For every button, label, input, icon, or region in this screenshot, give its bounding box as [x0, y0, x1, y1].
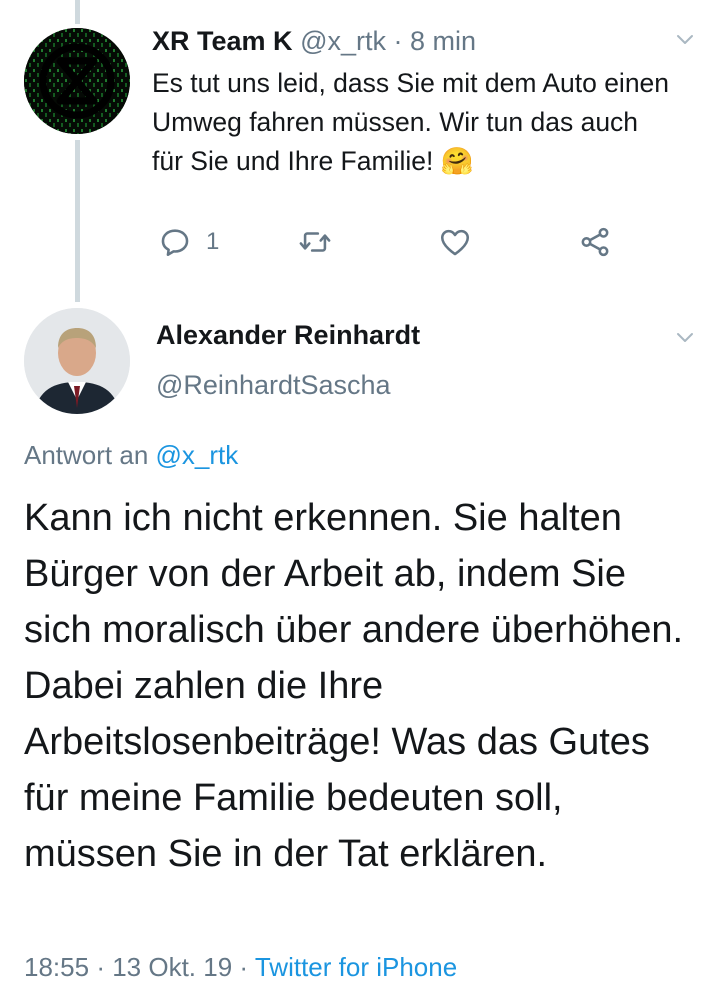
display-name[interactable]: Alexander Reinhardt — [156, 320, 420, 351]
display-name[interactable]: XR Team K — [152, 26, 293, 56]
profile-photo-icon — [24, 308, 130, 414]
share-icon — [581, 227, 609, 257]
tweet-text-content: Es tut uns leid, dass Sie mit dem Auto e… — [152, 68, 670, 176]
thread-connector — [75, 140, 80, 302]
reply-prefix: Antwort an — [24, 440, 149, 470]
tweet-text: Es tut uns leid, dass Sie mit dem Auto e… — [152, 64, 672, 181]
avatar-xr-team-k[interactable] — [24, 28, 130, 134]
tweet-text: Kann ich nicht erkennen. Sie halten Bürg… — [24, 497, 684, 875]
handle[interactable]: @x_rtk — [300, 26, 386, 56]
like-button[interactable] — [438, 222, 472, 262]
chevron-down-icon[interactable] — [674, 326, 696, 348]
thread-connector-top — [75, 0, 80, 24]
reply-context: Antwort an @x_rtk — [24, 440, 238, 471]
chevron-down-icon[interactable] — [674, 28, 696, 50]
tweet-date: 13 Okt. 19 — [112, 952, 233, 982]
timestamp[interactable]: 8 min — [410, 26, 476, 56]
tweet-header: XR Team K @x_rtk · 8 min — [152, 26, 476, 57]
tweet-time: 18:55 — [24, 952, 90, 982]
source-link[interactable]: Twitter for iPhone — [255, 952, 457, 982]
extinction-symbol-icon — [24, 28, 130, 134]
heart-icon — [440, 229, 470, 256]
share-button[interactable] — [578, 222, 612, 262]
hugging-face-emoji: 🤗 — [440, 146, 474, 176]
reply-count: 1 — [206, 228, 220, 255]
tweet-actions: 1 — [0, 222, 703, 262]
separator: · — [393, 26, 403, 56]
reply-to-handle-link[interactable]: @x_rtk — [156, 440, 239, 470]
separator: · — [96, 952, 105, 982]
reply-button[interactable]: 1 — [158, 222, 219, 262]
retweet-icon — [299, 232, 331, 252]
separator: · — [239, 952, 249, 982]
avatar-alexander-reinhardt[interactable] — [24, 308, 130, 414]
tweet-meta: 18:55 · 13 Okt. 19 · Twitter for iPhone — [24, 952, 457, 983]
reply-icon — [161, 229, 189, 257]
handle[interactable]: @ReinhardtSascha — [156, 370, 391, 401]
retweet-button[interactable] — [298, 222, 332, 262]
